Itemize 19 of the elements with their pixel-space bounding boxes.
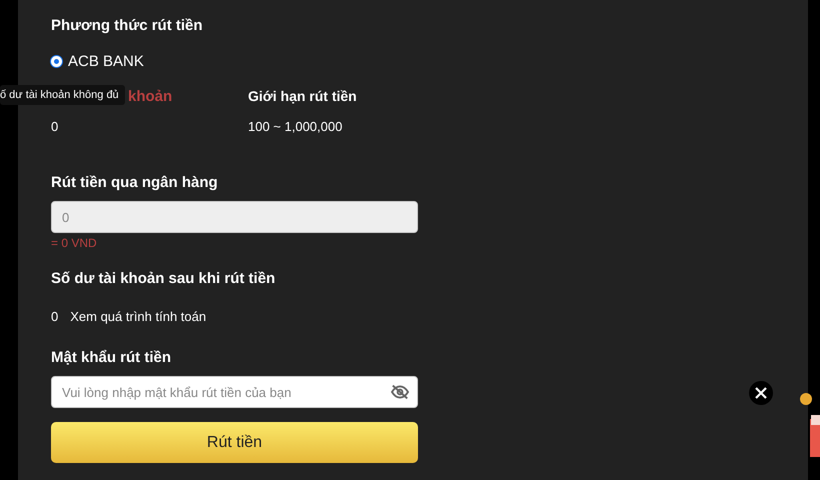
section-title: Rút tiền qua ngân hàng [51, 174, 219, 192]
balance-value: 0 [51, 119, 60, 134]
withdraw-button[interactable]: Rút tiền [51, 422, 418, 463]
calculation-link[interactable]: Xem quá trình tính toán [70, 309, 206, 324]
limit-value: 100 ~ 1,000,000 [248, 119, 344, 134]
close-icon [755, 387, 767, 399]
password-field[interactable]: Vui lòng nhập mật khẩu rút tiền của bạn [51, 376, 418, 408]
amount-field[interactable]: 0 [51, 201, 418, 233]
bank-radio[interactable]: ACB BANK [51, 53, 418, 70]
eye-off-icon[interactable] [390, 384, 410, 400]
section-title: Phương thức rút tiền [51, 17, 204, 35]
balance-label: khoản [128, 88, 174, 105]
section-title: Số dư tài khoản sau khi rút tiền [51, 270, 276, 288]
tooltip: ố dư tài khoản không đủ [0, 85, 125, 105]
limit-label: Giới hạn rút tiền [248, 88, 358, 105]
conversion-text: = 0 VND [51, 236, 98, 250]
balance-after-value: 0 [51, 309, 58, 324]
close-button[interactable] [749, 381, 773, 405]
section-title: Mật khẩu rút tiền [51, 349, 172, 367]
